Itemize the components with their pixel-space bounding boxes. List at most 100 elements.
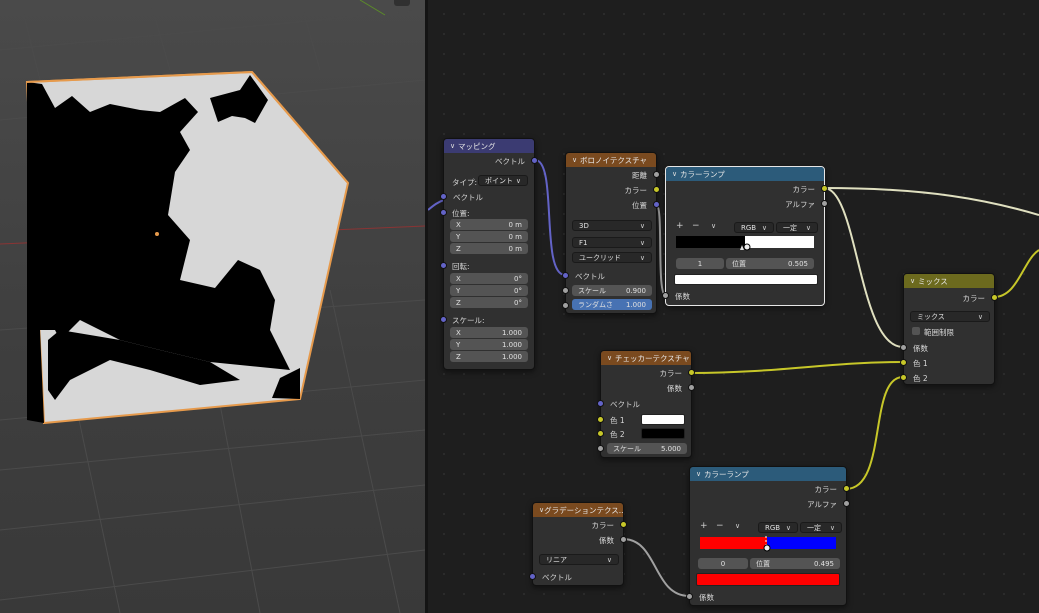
- active-stop-color-swatch[interactable]: [674, 274, 818, 285]
- mix-node-header[interactable]: ∨ ミックス: [904, 274, 994, 288]
- input-vector: ベクトル: [440, 191, 534, 203]
- ramp-stop-region-0: [676, 236, 745, 248]
- type-dropdown[interactable]: ポイント ∨: [478, 175, 528, 186]
- randomness-socket[interactable]: [562, 302, 569, 309]
- output-socket[interactable]: [653, 186, 660, 193]
- chevron-down-icon[interactable]: ∨: [672, 170, 680, 178]
- input-socket[interactable]: [597, 430, 604, 437]
- scale-socket[interactable]: [440, 316, 447, 323]
- scale-field[interactable]: スケール 0.900: [572, 285, 652, 296]
- output-socket[interactable]: [688, 384, 695, 391]
- input-socket[interactable]: [900, 374, 907, 381]
- output-socket[interactable]: [843, 485, 850, 492]
- chevron-down-icon[interactable]: ∨: [711, 222, 716, 230]
- input-socket[interactable]: [597, 416, 604, 423]
- metric-dropdown[interactable]: ユークリッド ∨: [572, 252, 652, 263]
- input-socket[interactable]: [900, 359, 907, 366]
- scale-y-field[interactable]: Y 1.000: [450, 339, 528, 350]
- link-ramp-offscreen: [823, 187, 1039, 216]
- location-z-field[interactable]: Z0 m: [450, 243, 528, 254]
- active-stop-index[interactable]: 1: [676, 258, 724, 269]
- input-socket[interactable]: [597, 400, 604, 407]
- voronoi-texture-node[interactable]: ∨ ボロノイテクスチャ 距離 カラー 位置 3D ∨ F1 ∨ ユークリッド ∨ ベクト…: [562, 152, 660, 314]
- interpolation-dropdown[interactable]: 一定 ∨: [800, 522, 842, 533]
- rotation-x-field[interactable]: X 0°: [450, 273, 528, 284]
- mix-node[interactable]: ∨ ミックス カラー ミックス ∨ 範囲制限 係数 色 1 色 2: [900, 273, 998, 385]
- color-ramp-node-1[interactable]: ∨ カラーランプ カラー アルファ + − ∨ RGB ∨ 一定 ∨ 1 位置 0.50…: [662, 166, 828, 306]
- mapping-node[interactable]: ∨ マッピング ベクトル タイプ: ポイント ∨ ベクトル 位置: X0 m Y0 …: [440, 138, 538, 370]
- minus-icon[interactable]: −: [716, 521, 724, 531]
- output-color: カラー: [566, 184, 660, 196]
- output-socket[interactable]: [821, 185, 828, 192]
- color1-swatch[interactable]: [641, 414, 685, 425]
- rotation-y-field[interactable]: Y 0°: [450, 285, 528, 296]
- output-socket[interactable]: [620, 536, 627, 543]
- mapping-node-header[interactable]: ∨ マッピング: [444, 139, 534, 153]
- color-ramp-bar[interactable]: [700, 536, 836, 552]
- scale-field[interactable]: スケール 5.000: [607, 443, 687, 454]
- output-socket[interactable]: [653, 171, 660, 178]
- stop-position-field[interactable]: 位置 0.505: [726, 258, 814, 269]
- input-socket[interactable]: [686, 593, 693, 600]
- color-ramp-bar[interactable]: [676, 235, 814, 251]
- output-socket[interactable]: [843, 500, 850, 507]
- output-socket[interactable]: [531, 157, 538, 164]
- rotation-socket[interactable]: [440, 262, 447, 269]
- ramp-stop-region-1: [745, 236, 814, 248]
- node-editor[interactable]: ∨ マッピング ベクトル タイプ: ポイント ∨ ベクトル 位置: X0 m Y0 …: [428, 0, 1039, 613]
- feature-dropdown[interactable]: F1 ∨: [572, 237, 652, 248]
- output-socket[interactable]: [991, 294, 998, 301]
- active-stop-index[interactable]: 0: [698, 558, 748, 569]
- stop-position-field[interactable]: 位置 0.495: [750, 558, 840, 569]
- chevron-down-icon[interactable]: ∨: [696, 470, 704, 478]
- link-mapping-voronoi: [534, 159, 566, 276]
- chevron-down-icon[interactable]: ∨: [735, 522, 740, 530]
- scale-x-field[interactable]: X 1.000: [450, 327, 528, 338]
- chevron-down-icon[interactable]: ∨: [572, 156, 580, 164]
- chevron-down-icon[interactable]: ∨: [910, 277, 918, 285]
- color-ramp-node-2[interactable]: ∨ カラーランプ カラー アルファ + − ∨ RGB ∨ 一定 ∨ 0 位置 0.49…: [686, 466, 850, 606]
- scale-socket[interactable]: [562, 287, 569, 294]
- dimensions-dropdown[interactable]: 3D ∨: [572, 220, 652, 231]
- color-ramp-node-header[interactable]: ∨ カラーランプ: [666, 167, 824, 181]
- checker-texture-node[interactable]: ∨ チェッカーテクスチャ カラー 係数 ベクトル 色 1 色 2 スケール 5.00…: [597, 350, 695, 458]
- plus-icon[interactable]: +: [700, 521, 708, 531]
- location-socket[interactable]: [440, 209, 447, 216]
- scale-socket[interactable]: [597, 445, 604, 452]
- location-y-field[interactable]: Y0 m: [450, 231, 528, 242]
- output-socket[interactable]: [620, 521, 627, 528]
- chevron-down-icon[interactable]: ∨: [450, 142, 458, 150]
- gradient-node-header[interactable]: ∨ グラデーションテクス...: [533, 503, 623, 517]
- color2-swatch[interactable]: [641, 428, 685, 439]
- minus-icon[interactable]: −: [692, 221, 700, 231]
- output-socket[interactable]: [688, 369, 695, 376]
- output-socket[interactable]: [821, 200, 828, 207]
- checker-node-header[interactable]: ∨ チェッカーテクスチャ: [601, 351, 691, 365]
- gradient-type-dropdown[interactable]: リニア ∨: [539, 554, 619, 565]
- node-title: カラーランプ: [680, 169, 725, 179]
- voronoi-node-header[interactable]: ∨ ボロノイテクスチャ: [566, 153, 656, 167]
- interpolation-dropdown[interactable]: 一定 ∨: [776, 222, 818, 233]
- rotation-z-field[interactable]: Z 0°: [450, 297, 528, 308]
- scale-z-field[interactable]: Z 1.000: [450, 351, 528, 362]
- color-ramp-node-header[interactable]: ∨ カラーランプ: [690, 467, 846, 481]
- location-x-field[interactable]: X0 m: [450, 219, 528, 230]
- input-socket[interactable]: [562, 272, 569, 279]
- input-socket[interactable]: [440, 193, 447, 200]
- chevron-down-icon[interactable]: ∨: [607, 354, 615, 362]
- selected-cube[interactable]: [25, 70, 350, 425]
- clamp-checkbox[interactable]: [912, 327, 920, 335]
- plus-icon[interactable]: +: [676, 221, 684, 231]
- blend-mode-dropdown[interactable]: ミックス ∨: [910, 311, 990, 322]
- color-mode-dropdown[interactable]: RGB ∨: [734, 222, 774, 233]
- gradient-texture-node[interactable]: ∨ グラデーションテクス... カラー 係数 リニア ∨ ベクトル: [529, 502, 627, 586]
- color-mode-dropdown[interactable]: RGB ∨: [758, 522, 798, 533]
- 3d-viewport[interactable]: [0, 0, 425, 613]
- input-socket[interactable]: [529, 573, 536, 580]
- randomness-field[interactable]: ランダムさ 1.000: [572, 299, 652, 310]
- output-socket[interactable]: [653, 201, 660, 208]
- grid-icon[interactable]: [394, 0, 410, 6]
- input-socket[interactable]: [900, 344, 907, 351]
- input-socket[interactable]: [662, 292, 669, 299]
- active-stop-color-swatch[interactable]: [696, 573, 840, 586]
